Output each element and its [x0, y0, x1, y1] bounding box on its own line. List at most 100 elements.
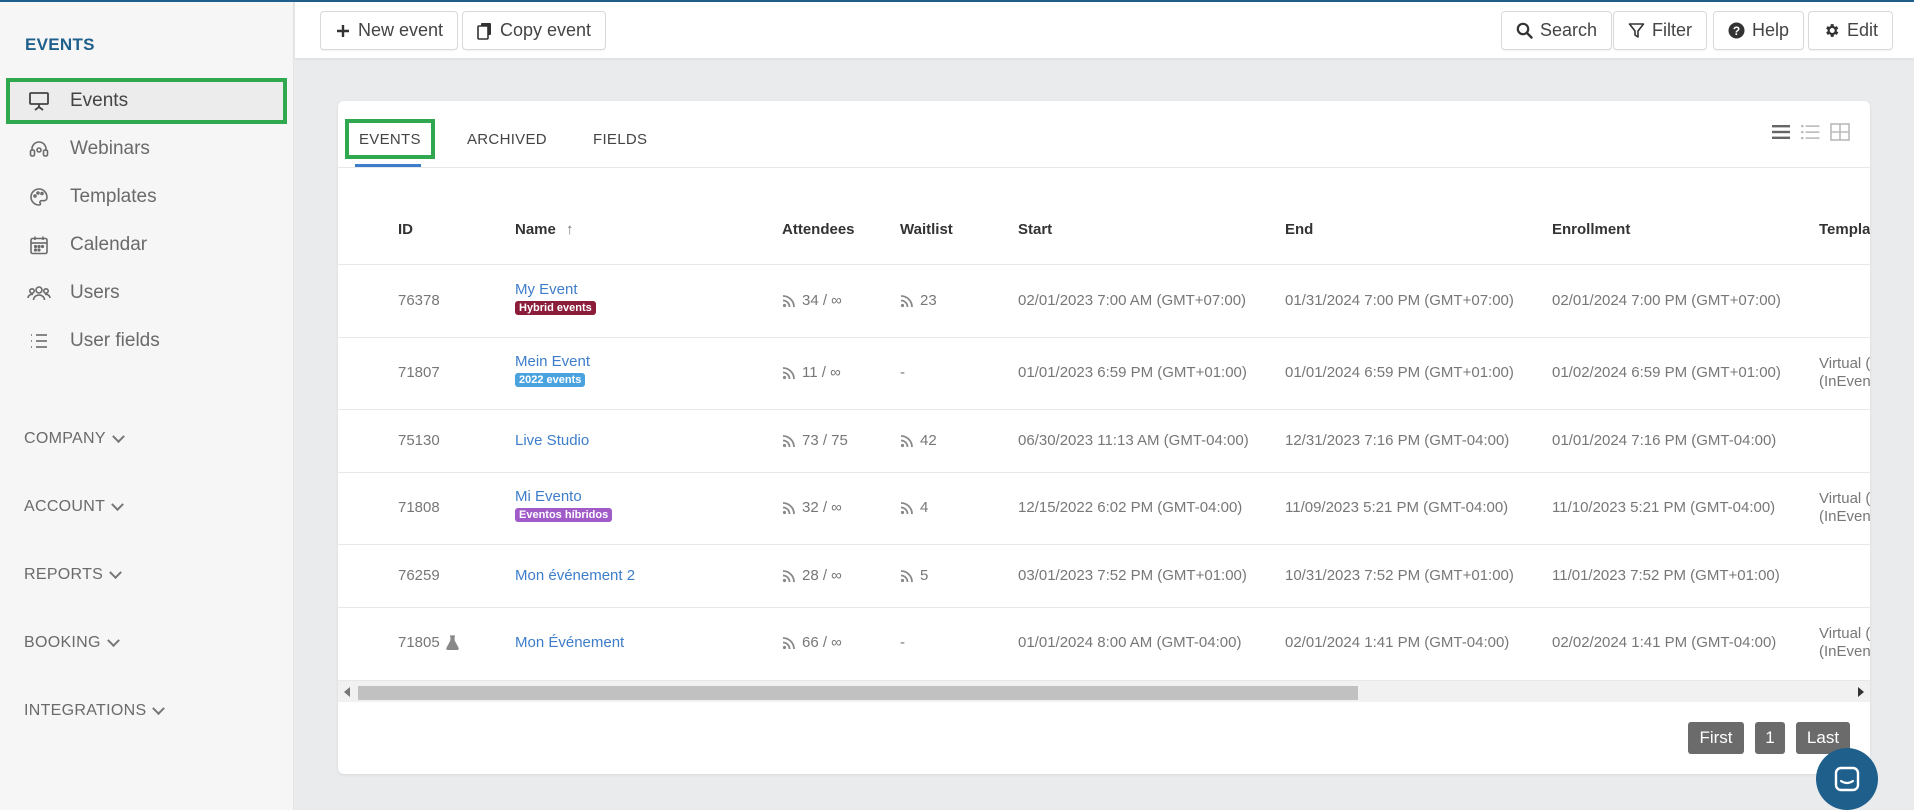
scroll-left-arrow-icon[interactable] [344, 687, 350, 697]
section-reports[interactable]: REPORTS [24, 565, 123, 584]
help-icon: ? [1728, 22, 1745, 39]
headset-icon [27, 137, 51, 161]
tab-label: ARCHIVED [467, 130, 547, 148]
search-icon [1516, 22, 1533, 39]
waitlist-count: - [900, 634, 905, 651]
copy-event-button[interactable]: Copy event [462, 11, 607, 50]
sidebar-item-templates[interactable]: Templates [6, 174, 287, 220]
waitlist-cell: 5 [900, 567, 928, 584]
table-row[interactable]: 76378 My Event Hybrid events 34 / ∞ 23 0… [338, 266, 1870, 338]
start-date: 06/30/2023 11:13 AM (GMT-04:00) [1018, 432, 1249, 449]
chat-launcher-button[interactable] [1816, 748, 1878, 810]
edit-button[interactable]: Edit [1808, 11, 1894, 50]
tab-archived[interactable]: ARCHIVED [467, 119, 547, 159]
filter-button[interactable]: Filter [1613, 11, 1707, 50]
waitlist-count: 42 [920, 432, 937, 449]
sidebar-item-user-fields[interactable]: User fields [6, 318, 287, 364]
list-view-icon[interactable] [1770, 121, 1792, 143]
enrollment-date: 01/01/2024 7:16 PM (GMT-04:00) [1552, 432, 1777, 449]
column-header-attendees[interactable]: Attendees [782, 221, 855, 238]
table-row[interactable]: 75130 Live Studio 73 / 75 42 06/30/2023 … [338, 410, 1870, 473]
column-header-end[interactable]: End [1285, 221, 1313, 238]
rss-icon [782, 434, 795, 447]
column-header-name[interactable]: Name ↑ [515, 221, 574, 238]
event-name-cell: Mein Event 2022 events [515, 353, 590, 387]
sidebar-item-webinars[interactable]: Webinars [6, 126, 287, 172]
event-name-link[interactable]: Mon événement 2 [515, 567, 635, 584]
column-header-waitlist[interactable]: Waitlist [900, 221, 953, 238]
search-button[interactable]: Search [1501, 11, 1613, 50]
table-header: ID Name ↑ Attendees Waitlist Start End E… [338, 169, 1870, 265]
section-booking[interactable]: BOOKING [24, 633, 120, 652]
search-label: Search [1540, 20, 1598, 40]
waitlist-count: - [900, 364, 905, 381]
event-name-cell: Mi Evento Eventos híbridos [515, 488, 613, 522]
sidebar-item-events[interactable]: Events [6, 78, 287, 124]
attendees-count: 28 / ∞ [802, 567, 842, 584]
event-name-link[interactable]: My Event [515, 281, 596, 298]
filter-icon [1628, 22, 1645, 39]
column-header-start[interactable]: Start [1018, 221, 1052, 238]
template-name: Virtual ( [1819, 355, 1870, 372]
table-row[interactable]: 71805 Mon Événement 66 / ∞ - 01/01/2024 … [338, 608, 1870, 680]
horizontal-scrollbar[interactable] [338, 680, 1870, 702]
tab-fields[interactable]: FIELDS [593, 119, 647, 159]
column-header-enrollment[interactable]: Enrollment [1552, 221, 1630, 238]
calendar-icon [27, 233, 51, 257]
section-company[interactable]: COMPANY [24, 429, 125, 448]
table-row[interactable]: 71808 Mi Evento Eventos híbridos 32 / ∞ … [338, 473, 1870, 545]
attendees-cell: 34 / ∞ [782, 292, 842, 309]
presentation-icon [27, 89, 51, 113]
sidebar: EVENTS Events Webinars Templates Calenda… [0, 2, 294, 810]
rss-icon [900, 434, 913, 447]
end-date: 01/31/2024 7:00 PM (GMT+07:00) [1285, 292, 1514, 309]
pagination-page-button[interactable]: 1 [1755, 722, 1785, 754]
chevron-down-icon [152, 701, 166, 715]
chat-icon [1834, 766, 1860, 792]
copy-icon [477, 22, 493, 40]
column-header-template[interactable]: Templat [1819, 221, 1870, 238]
start-date: 01/01/2023 6:59 PM (GMT+01:00) [1018, 364, 1247, 381]
attendees-count: 73 / 75 [802, 432, 848, 449]
enrollment-date: 02/01/2024 7:00 PM (GMT+07:00) [1552, 292, 1781, 309]
section-label: INTEGRATIONS [24, 702, 147, 719]
template-cell: Virtual ( (InEvent [1819, 355, 1870, 391]
attendees-cell: 32 / ∞ [782, 499, 842, 516]
table-row[interactable]: 71807 Mein Event 2022 events 11 / ∞ - 01… [338, 338, 1870, 410]
event-tag-badge: Hybrid events [515, 301, 596, 315]
event-id: 71807 [398, 364, 440, 381]
section-account[interactable]: ACCOUNT [24, 497, 125, 516]
column-header-id[interactable]: ID [398, 221, 413, 238]
help-button[interactable]: ? Help [1713, 11, 1805, 50]
event-name-cell: Mon événement 2 [515, 567, 635, 584]
attendees-cell: 66 / ∞ [782, 634, 842, 651]
enrollment-date: 11/01/2023 7:52 PM (GMT+01:00) [1552, 567, 1780, 584]
sidebar-item-users[interactable]: Users [6, 270, 287, 316]
event-name-link[interactable]: Live Studio [515, 432, 589, 449]
compact-list-view-icon[interactable] [1799, 121, 1821, 143]
event-id: 76259 [398, 567, 440, 584]
template-name: (InEvent [1819, 373, 1870, 390]
end-date: 11/09/2023 5:21 PM (GMT-04:00) [1285, 499, 1509, 516]
table-row[interactable]: 76259 Mon événement 2 28 / ∞ 5 03/01/202… [338, 545, 1870, 608]
template-name: Virtual ( [1819, 490, 1870, 507]
section-integrations[interactable]: INTEGRATIONS [24, 701, 166, 720]
waitlist-count: 5 [920, 567, 929, 584]
tabs-bar: EVENTS ARCHIVED FIELDS [338, 101, 1870, 168]
chevron-down-icon [106, 633, 120, 647]
scrollbar-thumb[interactable] [358, 686, 1358, 700]
grid-view-icon[interactable] [1829, 121, 1851, 143]
toolbar: New event Copy event Search Filter ? Hel… [295, 2, 1914, 58]
tab-events[interactable]: EVENTS [345, 119, 435, 159]
new-event-button[interactable]: New event [320, 11, 459, 50]
scroll-right-arrow-icon[interactable] [1858, 687, 1864, 697]
event-name-link[interactable]: Mi Evento [515, 488, 612, 505]
chevron-down-icon [111, 497, 125, 511]
rss-icon [782, 366, 795, 379]
event-name-cell: My Event Hybrid events [515, 281, 596, 315]
sidebar-item-calendar[interactable]: Calendar [6, 222, 287, 268]
event-name-link[interactable]: Mon Événement [515, 634, 624, 651]
pagination-first-button[interactable]: First [1688, 722, 1744, 754]
event-name-link[interactable]: Mein Event [515, 353, 590, 370]
event-tag-badge: 2022 events [515, 373, 586, 387]
